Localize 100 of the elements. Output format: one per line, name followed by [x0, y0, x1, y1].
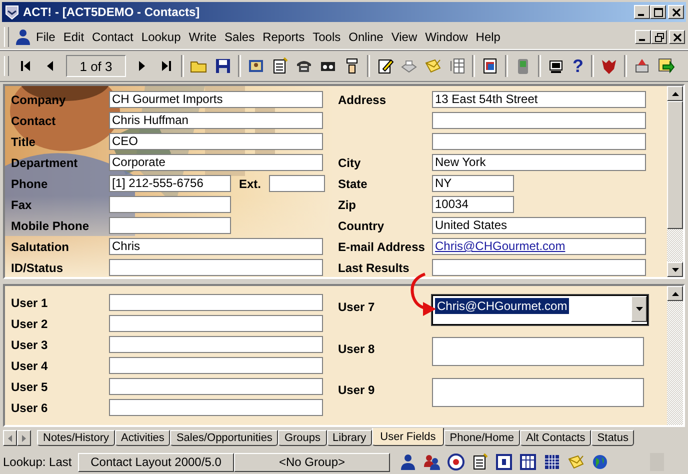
- notepad-icon[interactable]: [471, 453, 489, 471]
- curved-arrow: [409, 272, 437, 318]
- input-field[interactable]: Chris Huffman: [109, 112, 323, 129]
- restore-button[interactable]: [651, 30, 667, 44]
- input-field[interactable]: [109, 378, 323, 395]
- text-area[interactable]: [432, 378, 644, 407]
- input-field[interactable]: CH Gourmet Imports: [109, 91, 323, 108]
- tab[interactable]: Phone/Home: [444, 430, 520, 446]
- menu-item[interactable]: Online: [344, 30, 388, 44]
- tab[interactable]: Status: [591, 430, 634, 446]
- menu-item[interactable]: Edit: [59, 30, 88, 44]
- input-field[interactable]: [109, 399, 323, 416]
- document-icon[interactable]: [481, 57, 499, 75]
- input-field[interactable]: [109, 259, 323, 276]
- input-field[interactable]: [109, 217, 231, 234]
- input-field[interactable]: New York: [432, 154, 646, 171]
- menu-item[interactable]: File: [32, 30, 60, 44]
- input-field[interactable]: Chris@CHGourmet.com: [432, 238, 646, 255]
- group-button[interactable]: <No Group>: [234, 452, 390, 472]
- memo-icon[interactable]: [376, 57, 394, 75]
- calendar-icon[interactable]: [543, 453, 561, 471]
- field-label: User 5: [11, 380, 49, 394]
- globe-icon[interactable]: [591, 453, 609, 471]
- record-counter: 1 of 3: [66, 55, 126, 77]
- close-button[interactable]: [668, 5, 684, 19]
- field-label: Ext.: [239, 176, 262, 190]
- scrollbar[interactable]: [667, 86, 683, 277]
- window-title: ACT! - [ACT5DEMO - Contacts]: [23, 5, 200, 19]
- export-icon[interactable]: [657, 57, 675, 75]
- envelope-icon[interactable]: [567, 453, 585, 471]
- input-field[interactable]: United States: [432, 217, 646, 234]
- input-field[interactable]: CEO: [109, 133, 323, 150]
- input-field[interactable]: [109, 357, 323, 374]
- help-button[interactable]: ?: [568, 56, 588, 76]
- menu-item[interactable]: Help: [472, 30, 504, 44]
- down-arrow-icon[interactable]: [636, 307, 642, 311]
- scrollbar[interactable]: [667, 286, 683, 425]
- phone-grid-icon[interactable]: [448, 57, 466, 75]
- menu-item[interactable]: View: [387, 30, 422, 44]
- menu-item[interactable]: Write: [184, 30, 221, 44]
- input-field[interactable]: [109, 336, 323, 353]
- tab[interactable]: Notes/History: [37, 430, 116, 446]
- grid-icon[interactable]: [519, 453, 537, 471]
- right-arrow-icon: [22, 434, 26, 442]
- tab[interactable]: Activities: [115, 430, 170, 446]
- input-field[interactable]: [109, 196, 231, 213]
- input-field[interactable]: [432, 133, 646, 150]
- shield-icon[interactable]: [600, 57, 618, 75]
- input-field[interactable]: [432, 112, 646, 129]
- field-label: E-mail Address: [338, 240, 426, 254]
- scroll-left-button[interactable]: [3, 430, 17, 446]
- down-arrow-icon[interactable]: [672, 268, 678, 272]
- menu-item[interactable]: Window: [421, 30, 472, 44]
- scroll-right-button[interactable]: [17, 430, 31, 446]
- field-label: User 6: [11, 400, 49, 414]
- envelope-icon[interactable]: [424, 57, 442, 75]
- input-field[interactable]: 13 East 54th Street: [432, 91, 646, 108]
- text-area[interactable]: [432, 337, 644, 366]
- input-field[interactable]: Chris: [109, 238, 323, 255]
- minimize-button[interactable]: [634, 5, 650, 19]
- close-button[interactable]: [669, 30, 685, 44]
- menu-item[interactable]: Contact: [88, 30, 138, 44]
- up-arrow-icon[interactable]: [672, 292, 678, 296]
- day-page-icon[interactable]: [495, 453, 513, 471]
- input-field[interactable]: [1] 212-555-6756: [109, 175, 231, 192]
- field-label: Title: [11, 134, 36, 148]
- field-label: User 9: [338, 382, 376, 397]
- menu-item[interactable]: Tools: [308, 30, 345, 44]
- input-field[interactable]: Corporate: [109, 154, 323, 171]
- dropdown-field[interactable]: Chris@CHGourmet.com: [432, 295, 648, 325]
- layout-button[interactable]: Contact Layout 2000/5.0: [78, 452, 234, 472]
- input-field[interactable]: NY: [432, 175, 514, 192]
- field-label: Salutation: [11, 240, 70, 254]
- field-label: State: [338, 176, 368, 190]
- input-field[interactable]: [269, 175, 326, 192]
- input-field[interactable]: 10034: [432, 196, 514, 213]
- tab[interactable]: User Fields: [372, 428, 444, 446]
- save-icon[interactable]: [214, 57, 232, 75]
- people-icon[interactable]: [423, 453, 441, 471]
- tab[interactable]: Library: [326, 430, 372, 446]
- tab[interactable]: Alt Contacts: [520, 430, 592, 446]
- tab[interactable]: Sales/Opportunities: [170, 430, 278, 446]
- menu-item[interactable]: Reports: [258, 30, 309, 44]
- input-field[interactable]: [109, 315, 323, 332]
- contact-card-icon[interactable]: [247, 57, 265, 75]
- field-label: Company: [11, 92, 67, 106]
- menu-item[interactable]: Sales: [220, 30, 259, 44]
- minimize-button[interactable]: [635, 30, 651, 44]
- scrollbar-thumb[interactable]: [667, 101, 683, 229]
- close-icon: [672, 8, 680, 16]
- field-label: User 4: [11, 358, 49, 372]
- up-arrow-icon[interactable]: [672, 92, 678, 96]
- notepad-icon[interactable]: [271, 57, 289, 75]
- maximize-button[interactable]: [650, 5, 666, 19]
- tab[interactable]: Groups: [278, 430, 327, 446]
- input-field[interactable]: [432, 259, 646, 276]
- field-label: User 2: [11, 316, 49, 330]
- menu-item[interactable]: Lookup: [137, 30, 185, 44]
- person-icon[interactable]: [399, 453, 417, 471]
- input-field[interactable]: [109, 294, 323, 311]
